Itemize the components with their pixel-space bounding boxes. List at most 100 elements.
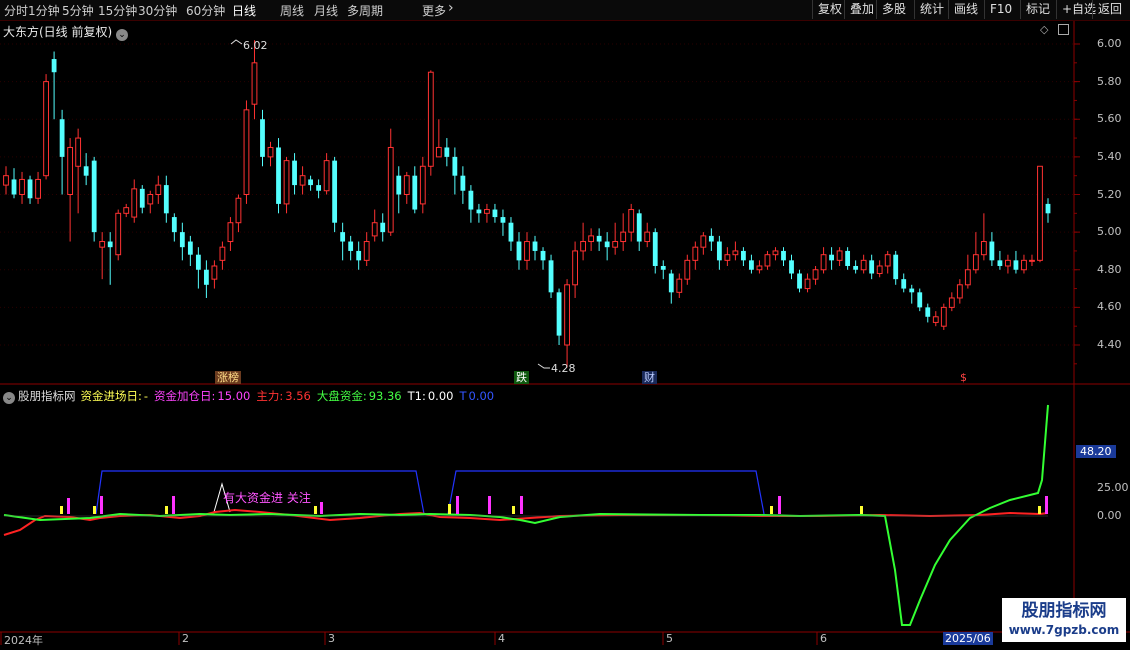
price-tick-label: 6.00 xyxy=(1097,37,1122,50)
candle-body xyxy=(83,166,89,176)
indicator-tick-label: 48.20 xyxy=(1076,445,1116,458)
candle-body xyxy=(684,259,691,280)
candle-body xyxy=(948,297,955,308)
candle-body xyxy=(468,190,474,210)
candle-body xyxy=(980,241,987,256)
indicator-menu-icon[interactable]: ⌄ xyxy=(3,392,15,404)
period-toolbar: 分时 1分钟 5分钟 15分钟 30分钟 60分钟 日线 周线 月线 多周期 更多 › 复权 叠加 多股 统计… xyxy=(0,0,1130,21)
candle-body xyxy=(67,146,74,195)
period-tab-10[interactable]: 更多 xyxy=(422,2,446,19)
period-tab-9[interactable]: 多周期 xyxy=(347,2,383,19)
candle-body xyxy=(732,250,739,256)
candle-body xyxy=(540,250,546,261)
period-tab-5[interactable]: 60分钟 xyxy=(186,2,225,19)
candle-body xyxy=(147,194,154,205)
candle-body xyxy=(435,146,442,158)
candle-body xyxy=(564,284,570,346)
candle-body xyxy=(500,217,506,223)
watermark-logo: 股朋指标网 www.7gpzb.com xyxy=(1002,598,1126,642)
period-tab-3[interactable]: 15分钟 xyxy=(98,2,137,19)
candle-body xyxy=(227,222,234,243)
toolbar-button-6[interactable]: 标记 xyxy=(1020,0,1055,19)
candle-body xyxy=(772,250,779,256)
candle-body xyxy=(660,265,666,270)
period-tab-1[interactable]: 1分钟 xyxy=(28,2,60,19)
funds-bar xyxy=(456,496,459,514)
candle-body xyxy=(1013,260,1019,270)
candle-body xyxy=(19,178,25,195)
candle-body xyxy=(612,241,619,248)
candle-body xyxy=(51,59,57,73)
indicator-field-value: 3.56 xyxy=(285,389,311,403)
period-tab-4[interactable]: 30分钟 xyxy=(138,2,177,19)
candle-body xyxy=(292,160,297,186)
toolbar-button-1[interactable]: 叠加 xyxy=(844,0,879,19)
candle-body xyxy=(588,235,595,243)
candle-body xyxy=(1021,259,1027,271)
candle-body xyxy=(845,250,851,266)
candle-body xyxy=(412,175,418,210)
candle-body xyxy=(964,269,971,286)
toolbar-button-0[interactable]: 复权 xyxy=(812,0,847,19)
candle-body xyxy=(219,246,226,261)
period-tab-2[interactable]: 5分钟 xyxy=(62,2,94,19)
candle-body xyxy=(925,307,931,317)
price-tick-label: 5.20 xyxy=(1097,187,1122,201)
candle-body xyxy=(764,254,771,267)
period-tab-6[interactable]: 日线 xyxy=(232,2,256,19)
candle-body xyxy=(932,316,939,323)
toolbar-button-3[interactable]: 统计 xyxy=(914,0,949,19)
candle-body xyxy=(380,222,386,233)
candle-body xyxy=(869,260,875,274)
candle-body xyxy=(508,222,514,242)
candle-body xyxy=(139,188,145,208)
low-pointer xyxy=(537,363,550,369)
window-icon[interactable] xyxy=(1058,24,1069,35)
period-tab-7[interactable]: 周线 xyxy=(280,2,304,19)
candle-body xyxy=(323,160,330,192)
candle-body xyxy=(316,185,322,191)
candle-body xyxy=(789,260,794,274)
candle-body xyxy=(749,260,754,270)
marker-limit-up[interactable]: 涨榜 xyxy=(215,371,241,384)
toolbar-button-2[interactable]: 多股 xyxy=(876,0,911,19)
marker-finance[interactable]: 财 xyxy=(642,371,657,384)
candle-body xyxy=(997,260,1003,266)
candle-body xyxy=(556,292,562,336)
marker-dollar[interactable]: $ xyxy=(958,371,969,384)
candle-body xyxy=(396,175,402,195)
candle-body xyxy=(283,160,290,205)
period-tab-0[interactable]: 分时 xyxy=(4,2,28,19)
candlestick-series xyxy=(3,39,1051,369)
candle-body xyxy=(99,241,106,248)
dropdown-circle-icon[interactable]: ⌄ xyxy=(116,29,129,41)
indicator-field-label: 大盘资金: xyxy=(316,389,367,403)
candle-body xyxy=(893,254,899,280)
marker-fall[interactable]: 跌 xyxy=(514,371,529,384)
diamond-icon[interactable]: ◇ xyxy=(1040,23,1048,36)
candle-body xyxy=(460,175,466,191)
candle-body xyxy=(580,241,587,252)
candle-body xyxy=(27,179,33,199)
candle-body xyxy=(644,231,651,243)
period-tab-8[interactable]: 月线 xyxy=(314,2,338,19)
toolbar-button-5[interactable]: F10 xyxy=(984,0,1017,19)
price-tick-label: 4.80 xyxy=(1097,262,1122,276)
candle-body xyxy=(756,265,763,271)
toolbar-button-8[interactable]: 返回 xyxy=(1092,0,1127,19)
funds-bar xyxy=(448,504,451,514)
candle-body xyxy=(492,209,498,218)
candle-body xyxy=(403,175,410,195)
candle-body xyxy=(59,119,65,157)
more-chevron-icon[interactable]: › xyxy=(448,0,454,16)
candle-body xyxy=(804,278,811,290)
indicator-field-value: 0.00 xyxy=(468,389,495,403)
candle-body xyxy=(476,209,482,214)
indicator-field-label: 资金加仓日: xyxy=(154,389,216,403)
candle-body xyxy=(812,269,819,280)
funds-bar xyxy=(93,506,96,514)
funds-bar xyxy=(1038,506,1041,514)
toolbar-button-4[interactable]: 画线 xyxy=(948,0,983,19)
high-pointer xyxy=(230,39,243,45)
indicator-field-value: - xyxy=(143,389,149,403)
